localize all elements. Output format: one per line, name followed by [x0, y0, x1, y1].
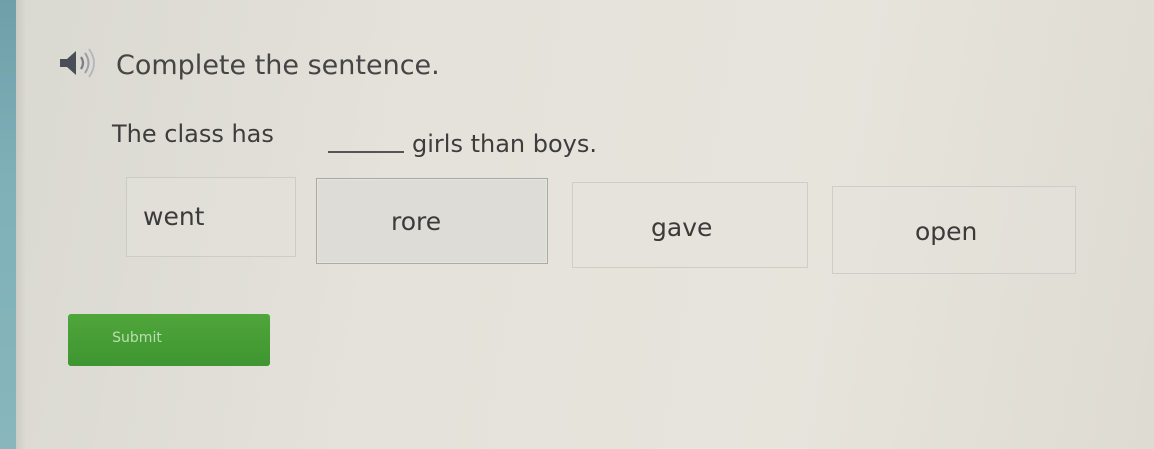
- submit-button[interactable]: Submit: [68, 314, 270, 366]
- left-panel-edge: [0, 0, 16, 449]
- submit-label: Submit: [112, 330, 162, 346]
- choice-rore[interactable]: rore: [316, 178, 548, 264]
- sentence-end: girls than boys.: [412, 130, 597, 158]
- answer-blank[interactable]: [328, 151, 404, 153]
- left-panel-shadow: [16, 0, 26, 449]
- choice-label: gave: [651, 213, 713, 242]
- speaker-icon-graphic: [60, 48, 95, 78]
- choice-open[interactable]: open: [832, 186, 1076, 274]
- choice-label: rore: [391, 207, 442, 236]
- sentence-start: The class has: [112, 120, 274, 148]
- choice-went[interactable]: went: [126, 177, 296, 257]
- choice-gave[interactable]: gave: [572, 182, 808, 268]
- speaker-icon[interactable]: [58, 46, 102, 80]
- choice-label: went: [143, 202, 205, 231]
- choice-label: open: [915, 217, 978, 246]
- question-prompt: Complete the sentence.: [116, 50, 440, 81]
